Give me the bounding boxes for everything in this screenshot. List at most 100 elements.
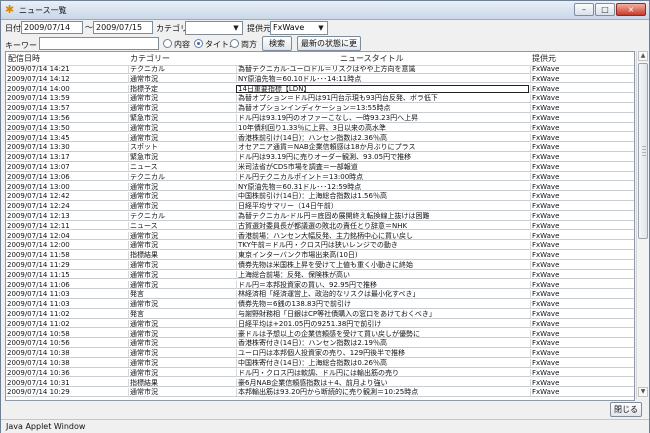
table-row[interactable]: 2009/07/14 11:58 指標結果 東京インターバンク市場出来高(10日) F… <box>6 251 634 260</box>
title-bar: news-icon ✱ ニュース一覧 – □ × <box>1 1 649 20</box>
maximize-button[interactable]: □ <box>595 3 615 16</box>
table-row[interactable]: 2009/07/14 10:38 通常市況 ユーロ円は本邦個人投資家の売り、129円… <box>6 349 634 358</box>
row-title: 為替オプションインディケーション＝13:55時点 <box>236 104 533 113</box>
scroll-down-icon[interactable]: ▼ <box>638 387 648 397</box>
table-row[interactable]: 2009/07/14 13:45 通常市況 香港株前引け(14日)：ハンセン指数は2… <box>6 133 634 143</box>
table-row[interactable]: 2009/07/14 10:38 通常市況 中国株寄付き(14日)：上海総合指数は0… <box>6 359 634 368</box>
row-title: 豪ドルは予想以上の企業信頼感を受けて買い戻しが優勢に <box>236 329 533 338</box>
row-title: NY原油先物＝60.10ドル･･･14:11時点 <box>236 74 533 83</box>
table-row[interactable]: 2009/07/14 11:15 通常市況 上海総合前場：反発、保険株が高い FxWa… <box>6 270 634 280</box>
row-title: ドル円は93.19円に売りオーダー観測、93.05円で推移 <box>236 153 533 162</box>
scroll-up-icon[interactable]: ▲ <box>638 51 648 61</box>
table-row[interactable]: 2009/07/14 13:57 通常市況 為替オプションインディケーション＝13:… <box>6 104 634 113</box>
table-row[interactable]: 2009/07/14 12:13 テクニカル 為替テクニカル-ドル円＝底固め展開終え… <box>6 212 634 221</box>
header-provider[interactable]: 提供元 <box>532 53 556 64</box>
row-title: オセアニア通貨＝NAB企業信頼感は18か月ぶりにプラス <box>236 143 533 152</box>
row-category: 通常市況 <box>128 349 235 358</box>
table-row[interactable]: 2009/07/14 14:00 指標予定 14日重要指標【LDN】 FxWave <box>6 84 634 94</box>
table-row[interactable]: 2009/07/14 13:50 通常市況 10年債利回り1.33％に上昇、3日以来… <box>6 123 634 133</box>
radio-both[interactable] <box>230 39 239 48</box>
row-category: 通常市況 <box>128 182 235 191</box>
row-datetime: 2009/07/14 13:45 <box>7 133 70 142</box>
scrollbar-thumb[interactable] <box>638 63 648 239</box>
header-category[interactable]: カテゴリー <box>130 53 170 64</box>
row-title: 中国株寄付き(14日)：上海総合指数は0.26％高 <box>236 359 533 367</box>
table-row[interactable]: 2009/07/14 14:12 通常市況 NY原油先物＝60.10ドル･･･14:… <box>6 74 634 84</box>
table-row[interactable]: 2009/07/14 10:56 通常市況 香港株寄付き(14日)：ハンセン指数は2… <box>6 339 634 348</box>
row-datetime: 2009/07/14 10:38 <box>7 349 70 358</box>
row-datetime: 2009/07/14 11:02 <box>7 319 70 328</box>
table-row[interactable]: 2009/07/14 10:31 指標結果 豪6月NAB企業信頼感指数は＋4、前月よ… <box>6 378 634 388</box>
row-provider: FxWave <box>530 378 632 387</box>
row-datetime: 2009/07/14 12:11 <box>7 221 70 230</box>
header-datetime[interactable]: 配信日時 <box>8 53 40 64</box>
row-provider: FxWave <box>530 241 632 250</box>
table-row[interactable]: 2009/07/14 10:58 通常市況 豪ドルは予想以上の企業信頼感を受けて買い… <box>6 329 634 339</box>
table-row[interactable]: 2009/07/14 12:42 通常市況 中国株前引け(14日)：上海総合指数は1… <box>6 192 634 201</box>
row-provider: FxWave <box>530 388 632 397</box>
table-row[interactable]: 2009/07/14 12:04 通常市況 香港前場：ハンセン大幅反発、主力銘柄中心… <box>6 231 634 241</box>
row-provider: FxWave <box>530 104 632 113</box>
row-provider: FxWave <box>530 172 632 181</box>
table-row[interactable]: 2009/07/14 12:11 ニュース 古賀選対委員長が都議選の敗北の責任とり辞… <box>6 221 634 231</box>
row-category: 通常市況 <box>128 74 235 83</box>
table-row[interactable]: 2009/07/14 11:03 通常市況 債券先物＝6銭の138.83円で前引け F… <box>6 300 634 309</box>
row-provider: FxWave <box>530 212 632 220</box>
row-provider: FxWave <box>530 349 632 358</box>
keyword-input[interactable] <box>39 37 159 50</box>
radio-both-label: 両方 <box>241 40 257 49</box>
table-row[interactable]: 2009/07/14 12:00 通常市況 TKY午前＝ドル円・クロス円は狭いレンジ… <box>6 241 634 250</box>
row-provider: FxWave <box>530 319 632 328</box>
table-row[interactable]: 2009/07/14 13:07 ニュース 米司法省がCDS市場を調査＝一部報道 Fx… <box>6 163 634 172</box>
refresh-button[interactable]: 最新の状態に更新 <box>297 36 361 61</box>
table-row[interactable]: 2009/07/14 13:17 緊急市況 ドル円は93.19円に売りオーダー観測、… <box>6 153 634 162</box>
row-category: 発言 <box>128 290 235 299</box>
row-title: ドル円・クロス円は軟調、ドル円には輸出筋の売り <box>236 368 533 377</box>
table-row[interactable]: 2009/07/14 11:29 通常市況 債券先物は米国株上昇を受けて上値も重く小… <box>6 261 634 270</box>
table-row[interactable]: 2009/07/14 11:03 発言 林経済相「経済運営上、政治的なリスクは最小化… <box>6 290 634 299</box>
table-row[interactable]: 2009/07/14 13:30 スポット オセアニア通貨＝NAB企業信頼感は18か… <box>6 143 634 152</box>
row-provider: FxWave <box>530 84 632 93</box>
table-row[interactable]: 2009/07/14 10:36 通常市況 ドル円・クロス円は軟調、ドル円には輸出筋… <box>6 368 634 378</box>
row-category: 緊急市況 <box>128 153 235 162</box>
table-row[interactable]: 2009/07/14 13:00 通常市況 NY原油先物＝60.31ドル･･･12:… <box>6 182 634 192</box>
row-provider: FxWave <box>530 300 632 309</box>
radio-title[interactable] <box>194 39 203 48</box>
table-row[interactable]: 2009/07/14 11:02 発言 与謝野財務相「日銀はCP等社債購入の窓口をあ… <box>6 310 634 319</box>
table-row[interactable]: 2009/07/14 10:29 通常市況 本邦輸出筋は93.20円から断続的に売り… <box>6 388 634 397</box>
close-window-button[interactable]: × <box>616 3 646 16</box>
date-from-input[interactable]: 2009/07/14 <box>21 21 83 34</box>
minimize-button[interactable]: – <box>574 3 594 16</box>
row-title: 10年債利回り1.33％に上昇、3日以来の高水準 <box>236 123 533 132</box>
row-datetime: 2009/07/14 12:42 <box>7 192 70 201</box>
table-row[interactable]: 2009/07/14 13:59 通常市況 為替オプション＝ドル円は91円台示現も9… <box>6 94 634 103</box>
row-category: 通常市況 <box>128 94 235 103</box>
row-category: 発言 <box>128 310 235 318</box>
category-select[interactable]: ▼ <box>185 21 243 35</box>
date-range-separator: ～ <box>85 23 93 32</box>
row-category: 指標結果 <box>128 251 235 260</box>
date-to-input[interactable]: 2009/07/15 <box>93 21 153 34</box>
row-category: 通常市況 <box>128 368 235 377</box>
close-button[interactable]: 閉じる <box>610 402 642 417</box>
table-row[interactable]: 2009/07/14 14:21 テクニカル 為替テクニカル-ユーロドル＝リスクはや… <box>6 65 634 74</box>
header-title[interactable]: ニュースタイトル <box>340 53 404 64</box>
search-button[interactable]: 検索 <box>262 36 292 51</box>
radio-content[interactable] <box>163 39 172 48</box>
row-title: 東京インターバンク市場出来高(10日) <box>236 251 533 260</box>
table-row[interactable]: 2009/07/14 12:24 通常市況 日経平均サマリー（14日午前） FxWav… <box>6 202 634 211</box>
table-row[interactable]: 2009/07/14 11:02 通常市況 日経平均は+201.05円の9251.3… <box>6 319 634 329</box>
provider-select[interactable]: FxWave ▼ <box>270 21 328 35</box>
row-datetime: 2009/07/14 11:06 <box>7 280 70 289</box>
table-row[interactable]: 2009/07/14 11:06 通常市況 ドル円＝本邦投資家の買い、92.95円で… <box>6 280 634 290</box>
row-category: 指標予定 <box>128 84 235 93</box>
row-title: TKY午前＝ドル円・クロス円は狭いレンジでの動き <box>236 241 533 250</box>
row-title: ドル円＝本邦投資家の買い、92.95円で推移 <box>236 280 533 289</box>
table-row[interactable]: 2009/07/14 13:06 テクニカル ドル円テクニカルポイント＝13:00時… <box>6 172 634 182</box>
vertical-scrollbar[interactable]: ▲ ▼ <box>636 51 649 399</box>
row-category: 通常市況 <box>128 329 235 338</box>
status-bar: Java Applet Window <box>1 419 649 433</box>
row-category: 通常市況 <box>128 133 235 142</box>
row-datetime: 2009/07/14 14:00 <box>7 84 70 93</box>
table-row[interactable]: 2009/07/14 13:56 緊急市況 ドル円は93.19円のオファーこなし、一… <box>6 114 634 123</box>
